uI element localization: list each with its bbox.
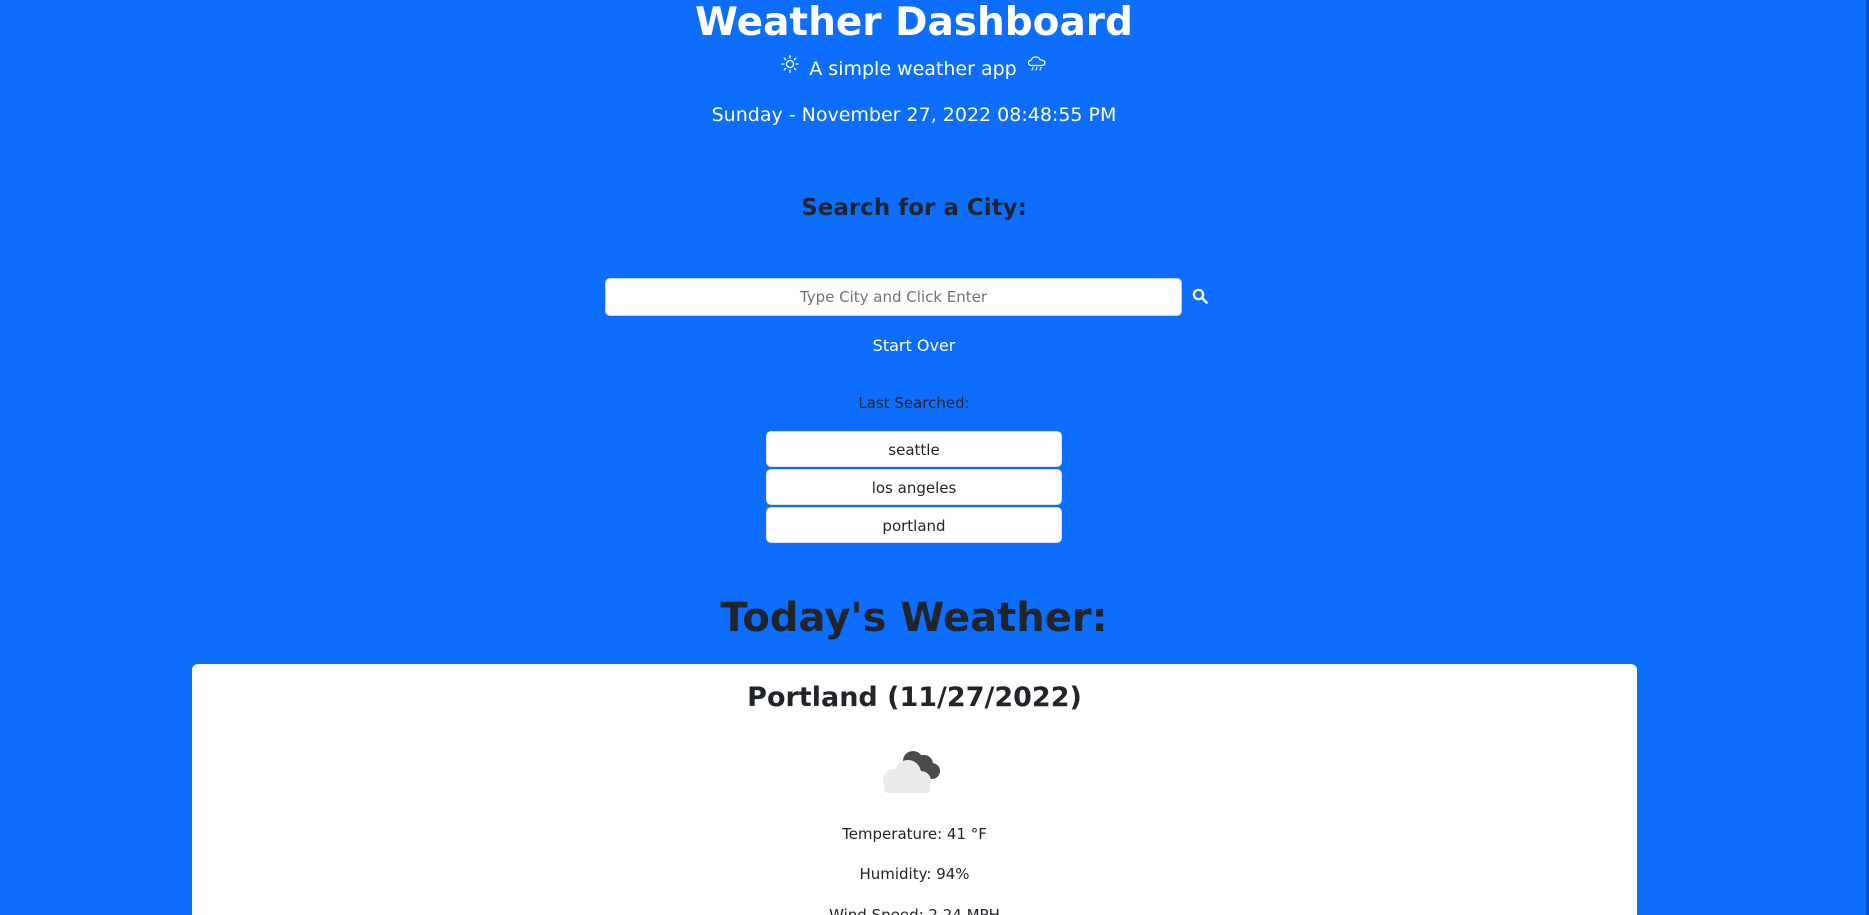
search-heading: Search for a City: xyxy=(801,195,1027,221)
city-date-title: Portland (11/27/2022) xyxy=(747,682,1082,713)
subtitle-text: A simple weather app xyxy=(809,58,1017,80)
page-subtitle: A simple weather app xyxy=(0,53,1828,84)
search-input[interactable] xyxy=(605,278,1182,316)
search-icon xyxy=(1192,288,1208,304)
page-title: Weather Dashboard xyxy=(695,0,1133,45)
search-bar xyxy=(605,278,1217,316)
current-datetime: Sunday - November 27, 2022 08:48:55 PM xyxy=(711,104,1117,126)
rain-cloud-icon xyxy=(1027,53,1047,83)
todays-weather-heading: Today's Weather: xyxy=(720,595,1108,641)
humidity-value: Humidity: 94% xyxy=(859,865,970,883)
current-weather-card: Portland (11/27/2022) Temperature: 41 °F… xyxy=(192,664,1637,915)
search-history-list: seattle los angeles portland xyxy=(766,431,1062,545)
history-item-portland[interactable]: portland xyxy=(766,507,1062,543)
weather-dashboard-page: Weather Dashboard A simple weather app S… xyxy=(0,0,1869,915)
search-button[interactable] xyxy=(1182,278,1218,316)
last-searched-label: Last Searched: xyxy=(858,394,970,412)
wind-speed-value: Wind Speed: 2.24 MPH xyxy=(829,906,1000,915)
history-item-los-angeles[interactable]: los angeles xyxy=(766,469,1062,505)
history-item-seattle[interactable]: seattle xyxy=(766,431,1062,467)
temperature-value: Temperature: 41 °F xyxy=(842,825,987,843)
cloudy-icon xyxy=(877,744,955,794)
start-over-button[interactable]: Start Over xyxy=(0,335,1828,357)
sun-icon xyxy=(781,53,800,83)
